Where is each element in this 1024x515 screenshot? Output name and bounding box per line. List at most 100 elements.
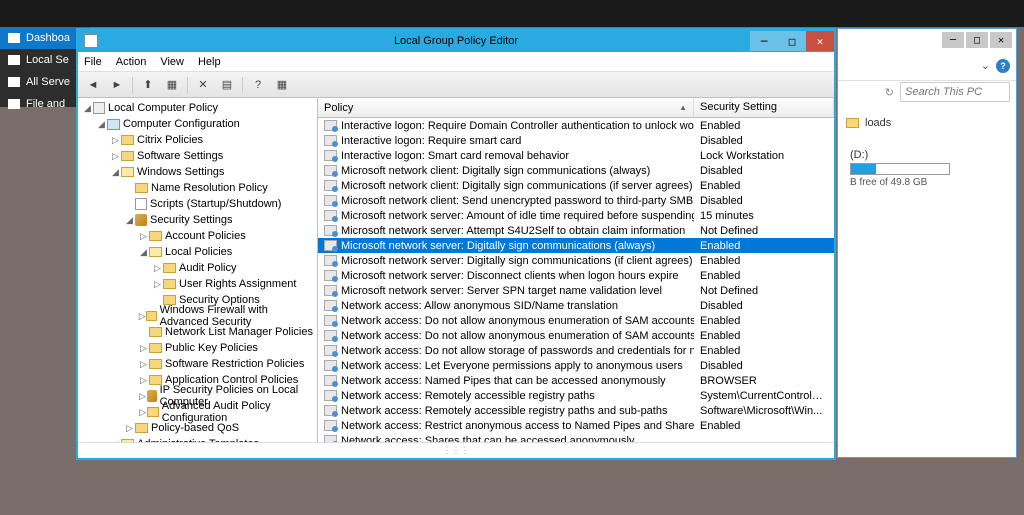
maximize-button[interactable]: □ (966, 32, 988, 48)
title-bar[interactable]: Local Group Policy Editor ─ □ ✕ (78, 30, 834, 52)
close-button[interactable]: ✕ (806, 31, 834, 51)
policy-icon (324, 345, 337, 356)
expand-icon[interactable]: ▷ (124, 423, 135, 434)
policy-row[interactable]: Microsoft network server: Disconnect cli… (318, 268, 834, 283)
tree-item[interactable]: ▷Advanced Audit Policy Configuration (78, 404, 317, 420)
tree-item[interactable]: ▷Audit Policy (78, 260, 317, 276)
folder-icon (149, 231, 162, 241)
minimize-button[interactable]: ─ (942, 32, 964, 48)
policy-row[interactable]: Microsoft network server: Digitally sign… (318, 253, 834, 268)
policy-row[interactable]: Network access: Remotely accessible regi… (318, 388, 834, 403)
menu-help[interactable]: Help (198, 56, 221, 68)
expand-icon[interactable]: ▷ (138, 391, 147, 402)
expand-icon[interactable]: ▷ (110, 135, 121, 146)
export-button[interactable]: ▦ (271, 75, 293, 95)
expand-icon[interactable]: ▷ (138, 359, 149, 370)
downloads-folder[interactable]: loads (846, 117, 1008, 129)
tree-item[interactable]: ◢Computer Configuration (78, 116, 317, 132)
policy-row[interactable]: Network access: Do not allow storage of … (318, 343, 834, 358)
search-input[interactable] (900, 82, 1010, 102)
properties-button[interactable]: ▤ (216, 75, 238, 95)
servers-icon (8, 77, 20, 87)
policy-name: Microsoft network client: Digitally sign… (341, 180, 693, 192)
policy-row[interactable]: Microsoft network server: Digitally sign… (318, 238, 834, 253)
menu-file[interactable]: File (84, 56, 102, 68)
tree-item[interactable]: Name Resolution Policy (78, 180, 317, 196)
policy-row[interactable]: Network access: Remotely accessible regi… (318, 403, 834, 418)
forward-button[interactable]: ► (106, 75, 128, 95)
expand-icon[interactable]: ▷ (138, 231, 149, 242)
collapse-icon[interactable]: ◢ (96, 119, 107, 130)
expand-icon[interactable]: ▷ (138, 311, 146, 322)
tree-item[interactable]: ◢Local Policies (78, 244, 317, 260)
dashboard-icon (8, 33, 20, 43)
policy-row[interactable]: Interactive logon: Require Domain Contro… (318, 118, 834, 133)
show-hide-tree-button[interactable]: ▦ (161, 75, 183, 95)
tree-item[interactable]: ▷User Rights Assignment (78, 276, 317, 292)
tree-item[interactable]: Scripts (Startup/Shutdown) (78, 196, 317, 212)
up-button[interactable]: ⬆ (137, 75, 159, 95)
folder-icon (163, 263, 176, 273)
tree-item[interactable]: ◢Local Computer Policy (78, 100, 317, 116)
policy-row[interactable]: Network access: Let Everyone permissions… (318, 358, 834, 373)
policy-row[interactable]: Network access: Allow anonymous SID/Name… (318, 298, 834, 313)
list-body[interactable]: Interactive logon: Require Domain Contro… (318, 118, 834, 442)
list-header: Policy ▲ Security Setting (318, 98, 834, 118)
back-button[interactable]: ◄ (82, 75, 104, 95)
resize-grip[interactable]: ⋮⋮⋮ (78, 442, 834, 458)
policy-row[interactable]: Microsoft network server: Server SPN tar… (318, 283, 834, 298)
policy-row[interactable]: Network access: Do not allow anonymous e… (318, 313, 834, 328)
tree-item[interactable]: Network List Manager Policies (78, 324, 317, 340)
help-button[interactable]: ? (247, 75, 269, 95)
expand-icon[interactable]: ▷ (110, 151, 121, 162)
menu-view[interactable]: View (160, 56, 184, 68)
policy-row[interactable]: Microsoft network client: Digitally sign… (318, 163, 834, 178)
policy-row[interactable]: Network access: Named Pipes that can be … (318, 373, 834, 388)
policy-icon (324, 225, 337, 236)
tree-item[interactable]: ▷Citrix Policies (78, 132, 317, 148)
tree-pane[interactable]: ◢Local Computer Policy◢Computer Configur… (78, 98, 318, 442)
policy-row[interactable]: Microsoft network server: Amount of idle… (318, 208, 834, 223)
policy-icon (324, 405, 337, 416)
collapse-icon[interactable]: ◢ (124, 215, 135, 226)
tree-item[interactable]: ▷Account Policies (78, 228, 317, 244)
expand-icon[interactable]: ▷ (152, 279, 163, 290)
menu-action[interactable]: Action (116, 56, 147, 68)
policy-row[interactable]: Network access: Do not allow anonymous e… (318, 328, 834, 343)
tree-item[interactable]: ◢Windows Settings (78, 164, 317, 180)
refresh-icon[interactable]: ↻ (885, 86, 894, 99)
tree-item[interactable]: ▷Public Key Policies (78, 340, 317, 356)
policy-row[interactable]: Microsoft network server: Attempt S4U2Se… (318, 223, 834, 238)
policy-row[interactable]: Network access: Shares that can be acces… (318, 433, 834, 442)
help-icon[interactable]: ? (996, 59, 1010, 73)
policy-setting: Not Defined (694, 285, 834, 297)
tree-item[interactable]: ▷Windows Firewall with Advanced Security (78, 308, 317, 324)
expand-icon[interactable]: ▷ (138, 375, 149, 386)
expand-icon[interactable]: ▷ (138, 343, 149, 354)
folder-icon (163, 279, 176, 289)
expand-icon[interactable]: ▷ (152, 263, 163, 274)
policy-row[interactable]: Interactive logon: Smart card removal be… (318, 148, 834, 163)
policy-setting: Disabled (694, 300, 834, 312)
policy-row[interactable]: Network access: Restrict anonymous acces… (318, 418, 834, 433)
disk-label: (D:) (850, 149, 1008, 161)
policy-row[interactable]: Interactive logon: Require smart cardDis… (318, 133, 834, 148)
dropdown-chevron-icon[interactable]: ⌄ (981, 59, 990, 72)
collapse-icon[interactable]: ◢ (110, 167, 121, 178)
collapse-icon[interactable]: ◢ (138, 247, 149, 258)
collapse-icon[interactable]: ◢ (82, 103, 93, 114)
policy-name: Network access: Do not allow anonymous e… (341, 315, 694, 327)
policy-row[interactable]: Microsoft network client: Send unencrypt… (318, 193, 834, 208)
tree-item[interactable]: ▷Software Restriction Policies (78, 356, 317, 372)
tree-item[interactable]: ◢Security Settings (78, 212, 317, 228)
disk-item[interactable]: (D:) B free of 49.8 GB (846, 149, 1008, 188)
delete-button[interactable]: ✕ (192, 75, 214, 95)
column-policy[interactable]: Policy ▲ (318, 98, 694, 117)
maximize-button[interactable]: □ (778, 31, 806, 51)
expand-icon[interactable]: ▷ (138, 407, 147, 418)
column-setting[interactable]: Security Setting (694, 98, 834, 117)
close-button[interactable]: ✕ (990, 32, 1012, 48)
policy-row[interactable]: Microsoft network client: Digitally sign… (318, 178, 834, 193)
minimize-button[interactable]: ─ (750, 31, 778, 51)
tree-item[interactable]: ▷Software Settings (78, 148, 317, 164)
